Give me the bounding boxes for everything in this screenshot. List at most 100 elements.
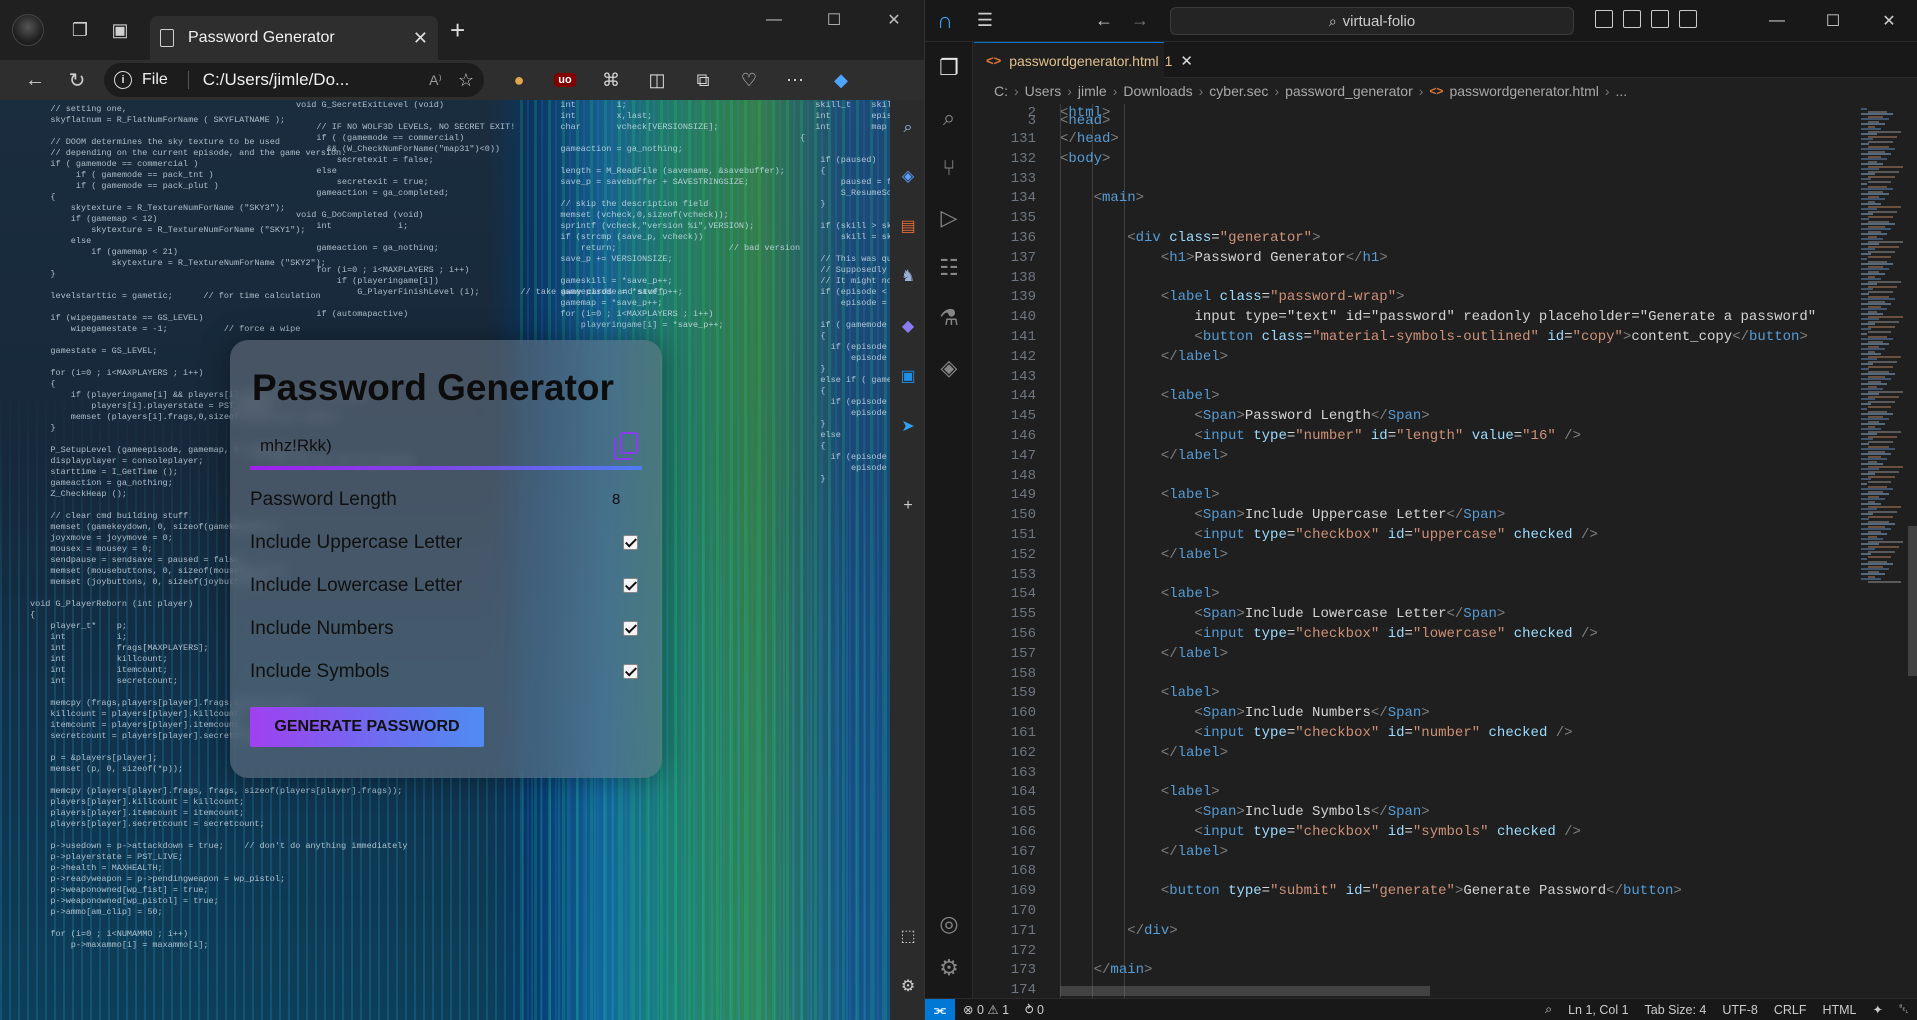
profile-avatar[interactable] [12, 14, 44, 46]
remote-indicator-icon[interactable]: ⫘ [925, 998, 955, 1020]
vertical-tabs-icon[interactable]: ▣ [100, 10, 140, 50]
send-icon[interactable]: ➤ [898, 416, 918, 436]
code-line[interactable]: 172 [974, 942, 1859, 962]
breadcrumb-item[interactable]: password_generator [1285, 83, 1413, 99]
code-line[interactable]: 152 </label> [974, 546, 1859, 566]
layers-icon[interactable]: ◈ [933, 352, 965, 384]
breadcrumb-item[interactable]: Downloads [1123, 83, 1192, 99]
manage-gear-icon[interactable]: ⚙ [933, 952, 965, 984]
symbols-checkbox[interactable] [623, 664, 638, 679]
code-line[interactable]: 139 <label class="password-wrap"> [974, 288, 1859, 308]
ports-indicator[interactable]: ⥁ 0 [1017, 1002, 1052, 1017]
copy-icon[interactable] [614, 432, 640, 460]
ublock-extension-icon[interactable]: uo [542, 62, 588, 98]
editor-tab[interactable]: <> passwordgenerator.html 1 ✕ [974, 42, 1193, 78]
copilot-designer-icon[interactable]: ◆ [898, 316, 918, 336]
customize-layout-icon[interactable] [1679, 10, 1697, 28]
password-field[interactable] [250, 436, 590, 456]
code-line[interactable]: 154 <label> [974, 585, 1859, 605]
code-line[interactable]: 159 <label> [974, 684, 1859, 704]
code-line[interactable]: 138 [974, 269, 1859, 289]
extensions-view-icon[interactable]: ☷ [933, 252, 965, 284]
copilot-icon[interactable]: ◆ [818, 62, 864, 98]
split-screen-icon[interactable]: ◫ [634, 62, 680, 98]
add-sidebar-icon[interactable]: + [898, 496, 918, 516]
toggle-panel-icon[interactable] [1623, 10, 1641, 28]
language-mode[interactable]: HTML [1814, 1003, 1864, 1017]
code-line[interactable]: 164 <label> [974, 783, 1859, 803]
collections-icon[interactable]: ⧉ [680, 62, 726, 98]
outlook-icon[interactable]: ▣ [898, 366, 918, 386]
code-line[interactable]: 162 </label> [974, 744, 1859, 764]
breadcrumb-item[interactable]: passwordgenerator.html [1449, 83, 1598, 99]
breadcrumb-item[interactable]: jimle [1078, 83, 1107, 99]
code-line[interactable]: 3 <head> [974, 114, 1859, 130]
new-tab-button[interactable]: + [450, 15, 465, 46]
breadcrumb-item[interactable]: ... [1616, 83, 1628, 99]
back-arrow-icon[interactable]: ← [1095, 10, 1113, 31]
code-line[interactable]: 141 <button class="material-symbols-outl… [974, 328, 1859, 348]
copilot-status-icon[interactable]: ✦ [1865, 1002, 1891, 1017]
lowercase-checkbox[interactable] [623, 578, 638, 593]
code-line[interactable]: 153 [974, 566, 1859, 586]
code-line[interactable]: 150 <Span>Include Uppercase Letter</Span… [974, 506, 1859, 526]
uppercase-checkbox[interactable] [623, 535, 638, 550]
forward-arrow-icon[interactable]: → [1131, 10, 1149, 31]
code-line[interactable]: 151 <input type="checkbox" id="uppercase… [974, 526, 1859, 546]
code-line[interactable]: 173 </main> [974, 961, 1859, 981]
code-editor[interactable]: 2 <html> 3 <head> 131 </head> 132 <body> 133 134 … [974, 104, 1859, 998]
refresh-icon[interactable]: ↻ [56, 62, 98, 98]
code-line[interactable]: 142 </label> [974, 348, 1859, 368]
code-line[interactable]: 149 <label> [974, 486, 1859, 506]
code-line[interactable]: 145 <Span>Password Length</Span> [974, 407, 1859, 427]
close-editor-icon[interactable]: ✕ [1180, 52, 1193, 70]
search-view-icon[interactable]: ⌕ [933, 102, 965, 134]
code-line[interactable]: 136 <div class="generator"> [974, 229, 1859, 249]
back-icon[interactable]: ← [14, 62, 56, 98]
minimap[interactable] [1859, 104, 1909, 998]
run-debug-icon[interactable]: ▷ [933, 202, 965, 234]
code-line[interactable]: 165 <Span>Include Symbols</Span> [974, 803, 1859, 823]
menu-icon[interactable]: ☰ [965, 6, 1005, 36]
numbers-checkbox[interactable] [623, 621, 638, 636]
code-line[interactable]: 157 </label> [974, 645, 1859, 665]
read-aloud-icon[interactable]: A⁾ [429, 72, 442, 89]
vscode-minimize-button[interactable]: — [1749, 0, 1805, 42]
source-control-icon[interactable]: ⑂ [933, 152, 965, 184]
browser-tab[interactable]: Password Generator ✕ [150, 16, 438, 60]
code-line[interactable]: 132 <body> [974, 150, 1859, 170]
problems-indicator[interactable]: ⊗ 0 ⚠ 1 [955, 1002, 1017, 1017]
scroll-thumb[interactable] [1908, 526, 1917, 676]
code-line[interactable]: 156 <input type="checkbox" id="lowercase… [974, 625, 1859, 645]
code-line[interactable]: 170 [974, 902, 1859, 922]
password-length-input[interactable]: 8 [612, 491, 642, 508]
minimize-button[interactable]: — [744, 0, 804, 40]
code-line[interactable]: 134 <main> [974, 189, 1859, 209]
generate-password-button[interactable]: GENERATE PASSWORD [250, 707, 484, 747]
code-line[interactable]: 160 <Span>Include Numbers</Span> [974, 704, 1859, 724]
address-bar[interactable]: i File C:/Users/jimle/Do... A⁾ ☆ [104, 63, 484, 97]
code-line[interactable]: 166 <input type="checkbox" id="symbols" … [974, 823, 1859, 843]
toggle-primary-sidebar-icon[interactable] [1595, 10, 1613, 28]
url-text[interactable]: C:/Users/jimle/Do... [203, 70, 429, 90]
tab-size[interactable]: Tab Size: 4 [1637, 1003, 1715, 1017]
workspaces-icon[interactable]: ❐ [60, 10, 100, 50]
breadcrumb-item[interactable]: C: [994, 83, 1008, 99]
notifications-icon[interactable]: ␇ [1891, 1002, 1917, 1017]
code-line[interactable]: 140 input type="text" id="password" read… [974, 308, 1859, 328]
tools-icon[interactable]: ▤ [898, 216, 918, 236]
code-line[interactable]: 167 </label> [974, 843, 1859, 863]
toggle-secondary-sidebar-icon[interactable] [1651, 10, 1669, 28]
screenshot-icon[interactable]: ⬚ [898, 926, 918, 946]
search-icon[interactable]: ⌕ [898, 118, 918, 138]
vertical-scrollbar[interactable] [1908, 104, 1917, 998]
info-icon[interactable]: i [114, 71, 132, 89]
close-tab-icon[interactable]: ✕ [413, 28, 428, 49]
cursor-position[interactable]: Ln 1, Col 1 [1560, 1003, 1636, 1017]
settings-icon[interactable]: ⚙ [898, 976, 918, 996]
code-line[interactable]: 146 <input type="number" id="length" val… [974, 427, 1859, 447]
code-line[interactable]: 148 [974, 467, 1859, 487]
code-line[interactable]: 163 [974, 764, 1859, 784]
breadcrumb-item[interactable]: Users [1025, 83, 1062, 99]
favorite-star-icon[interactable]: ☆ [458, 70, 474, 91]
